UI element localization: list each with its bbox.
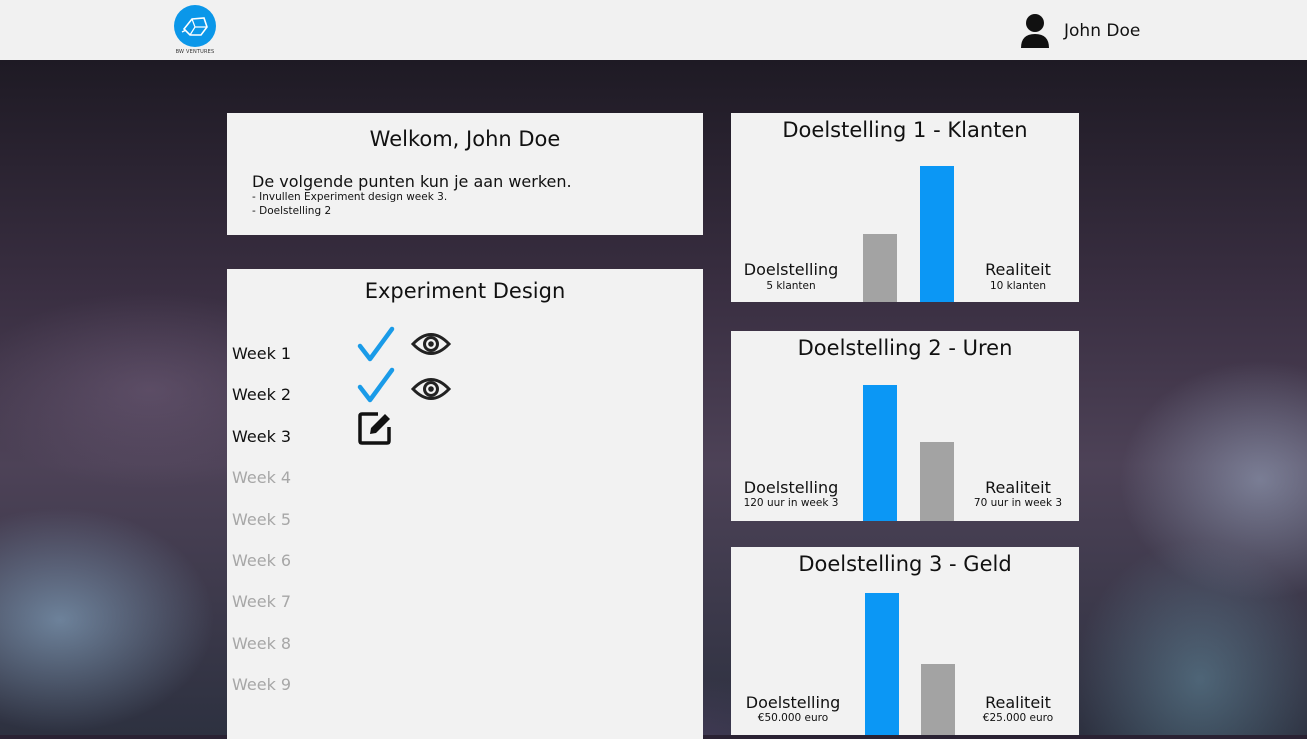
goal-1-actual-sub: 10 klanten bbox=[989, 280, 1047, 292]
user-menu[interactable]: John Doe bbox=[1020, 12, 1140, 50]
logo-icon bbox=[174, 5, 216, 47]
goal-2-actual-bar bbox=[920, 441, 954, 521]
todo-item[interactable]: - Doelstelling 2 bbox=[252, 205, 331, 217]
goal-1-actual-label: Realiteit bbox=[985, 260, 1051, 279]
week-7-label: Week 7 bbox=[232, 592, 292, 611]
goal-3-title: Doelstelling 3 - Geld bbox=[798, 552, 1012, 576]
view-eye-icon[interactable] bbox=[411, 376, 451, 402]
goal-2-actual-sub: 70 uur in week 3 bbox=[973, 497, 1063, 509]
goal-2-actual-label: Realiteit bbox=[985, 478, 1051, 497]
goal-1-target-bar bbox=[863, 234, 897, 302]
goal-1-actual-bar bbox=[920, 166, 954, 302]
logo[interactable]: BW VENTURES bbox=[172, 5, 218, 57]
goal-3-target-label: Doelstelling bbox=[745, 693, 841, 712]
goal-3-actual-bar bbox=[921, 664, 955, 735]
experiment-title: Experiment Design bbox=[364, 279, 566, 303]
check-icon bbox=[357, 367, 395, 403]
user-name: John Doe bbox=[1064, 21, 1141, 41]
user-avatar-icon bbox=[1021, 14, 1049, 48]
goal-3-target-sub: €50.000 euro bbox=[757, 712, 829, 724]
week-3-label: Week 3 bbox=[232, 427, 292, 446]
goal-2-target-label: Doelstelling bbox=[743, 478, 839, 497]
week-8-label: Week 8 bbox=[232, 634, 292, 653]
goal-2-title: Doelstelling 2 - Uren bbox=[797, 336, 1013, 360]
goal-3-actual-sub: €25.000 euro bbox=[982, 712, 1054, 724]
week-2-label: Week 2 bbox=[232, 385, 292, 404]
goal-2-target-bar bbox=[863, 385, 897, 521]
goal-1-target-label: Doelstelling bbox=[743, 260, 839, 279]
edit-icon[interactable] bbox=[358, 411, 392, 445]
goal-3-actual-label: Realiteit bbox=[985, 693, 1051, 712]
welcome-panel: Welkom, John Doe De volgende punten kun … bbox=[227, 113, 703, 235]
week-1-label: Week 1 bbox=[232, 344, 292, 363]
goal-1-panel: Doelstelling 1 - Klanten Doelstelling 5 … bbox=[731, 113, 1079, 302]
week-4-label: Week 4 bbox=[232, 468, 292, 487]
welcome-title: Welkom, John Doe bbox=[369, 127, 561, 151]
logo-text: BW VENTURES bbox=[175, 49, 215, 55]
view-eye-icon[interactable] bbox=[411, 331, 451, 357]
experiment-design-panel: Experiment Design Week 1 Week 2 Week 3 W… bbox=[227, 269, 703, 739]
goal-2-target-sub: 120 uur in week 3 bbox=[743, 497, 839, 509]
goal-1-title: Doelstelling 1 - Klanten bbox=[782, 118, 1028, 142]
goal-3-panel: Doelstelling 3 - Geld Doelstelling €50.0… bbox=[731, 547, 1079, 735]
week-9-label: Week 9 bbox=[232, 675, 292, 694]
goal-2-panel: Doelstelling 2 - Uren Doelstelling 120 u… bbox=[731, 331, 1079, 521]
check-icon bbox=[357, 326, 395, 362]
goal-1-target-sub: 5 klanten bbox=[766, 280, 816, 292]
goal-3-target-bar bbox=[865, 593, 899, 735]
welcome-intro: De volgende punten kun je aan werken. bbox=[252, 172, 572, 191]
week-6-label: Week 6 bbox=[232, 551, 292, 570]
todo-item[interactable]: - Invullen Experiment design week 3. bbox=[252, 191, 447, 203]
week-5-label: Week 5 bbox=[232, 510, 292, 529]
top-bar: BW VENTURES John Doe bbox=[0, 0, 1307, 60]
